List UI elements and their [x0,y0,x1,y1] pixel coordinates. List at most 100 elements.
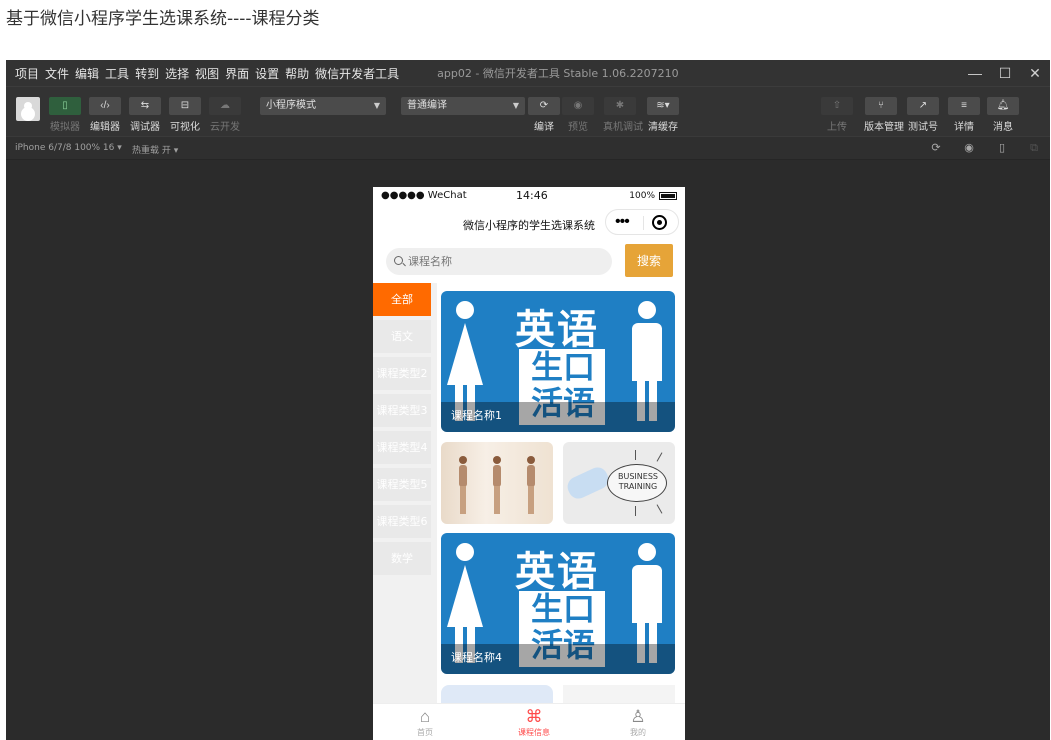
phone-icon: ▯ [49,97,81,115]
home-icon: ⌂ [419,707,431,726]
category-type2[interactable]: 课程类型2 [373,357,431,390]
more-icon[interactable]: ••• [615,213,630,231]
debugger-label: 调试器 [130,122,160,133]
course-thumb-yoga[interactable] [441,442,553,524]
simulator-bar: iPhone 6/7/8 100% 16 ▾ 热重载 开 ▾ ⟳ ◉ ▯ ⧉ [6,136,1050,160]
menu-select[interactable]: 选择 [165,65,189,82]
category-type3[interactable]: 课程类型3 [373,394,431,427]
avatar[interactable] [16,97,40,121]
visual-label: 可视化 [170,122,200,133]
category-all[interactable]: 全部 [373,283,431,316]
compile-select[interactable]: 普通编译 ▼ [401,97,525,115]
device-select[interactable]: iPhone 6/7/8 100% 16 ▾ [15,143,122,153]
layers-icon: ≋▾ [647,97,679,115]
clock: 14:46 [516,189,548,202]
course-thumb-training[interactable]: BUSINESS TRAINING [563,442,675,524]
course-list: 英语 生口 活语 课程名称1 BUSINESS TRAINING 英语 生口 活… [441,291,677,703]
remote-debug-button[interactable]: ✱ 真机调试 [603,97,643,133]
training-label: BUSINESS TRAINING [618,472,658,491]
menu-settings[interactable]: 设置 [255,65,279,82]
menu-tools[interactable]: 工具 [105,65,129,82]
maximize-icon[interactable]: ☐ [990,60,1020,86]
close-icon[interactable]: ✕ [1020,60,1050,86]
cloud-button[interactable]: ☁ 云开发 [208,97,242,133]
mode-select[interactable]: 小程序模式 ▼ [260,97,386,115]
menu-bar: 项目 文件 编辑 工具 转到 选择 视图 界面 设置 帮助 微信开发者工具 ap… [6,60,1050,86]
course-card[interactable]: 英语 生口 活语 课程名称4 [441,533,675,674]
version-button[interactable]: ⑂ 版本管理 [864,97,904,133]
tab-home[interactable]: ⌂ 首页 [395,707,455,738]
tab-courses[interactable]: ⌘ 课程信息 [504,707,564,738]
category-type5[interactable]: 课程类型5 [373,468,431,501]
chevron-down-icon: ▼ [512,101,519,110]
menu-edit[interactable]: 编辑 [75,65,99,82]
menu-interface[interactable]: 界面 [225,65,249,82]
course-thumb-peek[interactable] [441,685,553,703]
tab-mine-label: 我的 [630,728,646,737]
category-chinese[interactable]: 语文 [373,320,431,353]
details-label: 详情 [954,122,974,133]
menu-file[interactable]: 文件 [45,65,69,82]
minimize-icon[interactable]: — [960,60,990,86]
code-icon: ‹/› [89,97,121,115]
tab-mine[interactable]: ♙ 我的 [608,707,668,738]
preview-button[interactable]: ◉ 预览 [561,97,595,133]
preview-label: 预览 [568,122,588,133]
messages-button[interactable]: 🔔︎ 消息 [986,97,1020,133]
compile-label: 编译 [534,122,554,133]
details-button[interactable]: ≡ 详情 [947,97,981,133]
tab-courses-label: 课程信息 [518,728,550,737]
menu-devtools[interactable]: 微信开发者工具 [315,65,399,82]
debugger-button[interactable]: ⇆ 调试器 [128,97,162,133]
compile-button[interactable]: ⟳ 编译 [527,97,561,133]
menu-help[interactable]: 帮助 [285,65,309,82]
search-input[interactable] [386,248,612,275]
record-icon[interactable]: ◉ [963,142,975,154]
course-thumb-peek[interactable] [563,685,675,703]
course-card[interactable]: 英语 生口 活语 课程名称1 [441,291,675,432]
menu-view[interactable]: 视图 [195,65,219,82]
cloud-icon: ☁ [209,97,241,115]
category-sidebar: 全部 语文 课程类型2 课程类型3 课程类型4 课程类型5 课程类型6 数学 [373,283,437,703]
category-math[interactable]: 数学 [373,542,431,575]
test-id-label: 测试号 [908,122,938,133]
category-type6[interactable]: 课程类型6 [373,505,431,538]
layout-icon: ⊟ [169,97,201,115]
clear-cache-button[interactable]: ≋▾ 清缓存 [646,97,680,133]
carrier: ●●●●● WeChat [381,190,467,201]
bug-icon: ✱ [604,97,636,115]
refresh-icon: ⟳ [528,97,560,115]
battery-status: 100% [629,191,677,201]
rotate-icon[interactable]: ⟳ [930,142,942,154]
compile-select-value: 普通编译 [407,100,447,111]
search-icon [394,256,403,265]
hand-image [564,464,612,502]
battery-percent: 100% [629,191,655,201]
simulator-button[interactable]: ▯ 模拟器 [48,97,82,133]
device-icon[interactable]: ▯ [996,142,1008,154]
tab-home-label: 首页 [417,728,433,737]
test-id-button[interactable]: ↗ 测试号 [906,97,940,133]
grid-icon: ⌘ [525,707,543,726]
devtools-window: 项目 文件 编辑 工具 转到 选择 视图 界面 设置 帮助 微信开发者工具 ap… [6,60,1050,740]
detach-icon[interactable]: ⧉ [1028,142,1040,154]
bell-icon: 🔔︎ [987,97,1019,115]
window-controls: — ☐ ✕ [960,60,1050,86]
capsule-divider [643,216,644,230]
upload-icon: ⇧ [821,97,853,115]
category-type4[interactable]: 课程类型4 [373,431,431,464]
simulator-label: 模拟器 [50,122,80,133]
upload-button[interactable]: ⇧ 上传 [820,97,854,133]
user-icon: ♙ [630,707,646,726]
upload-label: 上传 [827,122,847,133]
menu-project[interactable]: 项目 [15,65,39,82]
visual-button[interactable]: ⊟ 可视化 [168,97,202,133]
menu-goto[interactable]: 转到 [135,65,159,82]
search-button[interactable]: 搜索 [625,244,673,277]
messages-label: 消息 [993,122,1013,133]
hot-reload-toggle[interactable]: 热重载 开 ▾ [132,143,178,156]
editor-button[interactable]: ‹/› 编辑器 [88,97,122,133]
status-bar: ●●●●● WeChat 14:46 100% [373,187,685,205]
banner-title: 英语 [515,549,599,595]
close-miniprogram-icon[interactable] [652,215,667,230]
